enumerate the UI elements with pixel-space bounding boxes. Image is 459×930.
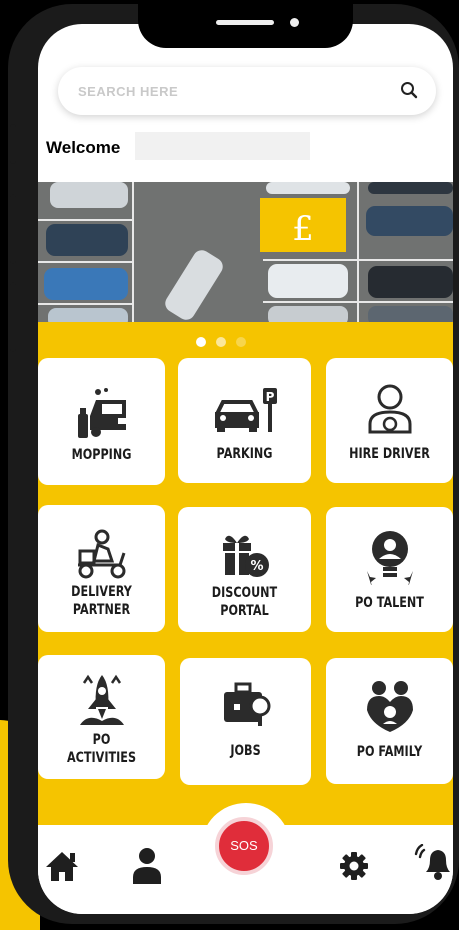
service-tile-jobs[interactable]: JOBS	[180, 658, 311, 785]
carousel-dot-3[interactable]	[236, 337, 246, 347]
phone-speaker	[216, 20, 274, 25]
phone-volume-down-button	[10, 282, 16, 352]
svg-text:%: %	[250, 559, 263, 574]
car-wash-icon	[77, 388, 128, 438]
phone-camera	[290, 18, 299, 27]
sos-label: SOS	[230, 838, 258, 853]
settings-icon[interactable]	[340, 852, 368, 880]
parking-icon: P	[214, 388, 277, 432]
service-tile-delivery-partner[interactable]: DELIVERY PARTNER	[38, 505, 165, 632]
service-tile-parking[interactable]: P PARKING	[178, 358, 311, 483]
briefcase-icon	[223, 682, 270, 726]
home-icon[interactable]	[44, 849, 80, 883]
service-tile-po-talent[interactable]: PO TALENT	[326, 507, 453, 632]
service-tile-discount-portal[interactable]: % DISCOUNT PORTAL	[178, 507, 311, 632]
notification-bell-icon[interactable]	[414, 844, 453, 882]
carousel-dot-2[interactable]	[216, 337, 226, 347]
driver-icon	[368, 384, 411, 434]
pound-sign: £	[292, 209, 314, 249]
rocket-icon	[79, 674, 124, 725]
service-label: JOBS	[230, 743, 261, 759]
service-tile-po-family[interactable]: PO FAMILY	[326, 658, 453, 784]
welcome-label: Welcome	[46, 138, 121, 157]
service-tile-mopping[interactable]: MOPPING	[38, 358, 165, 485]
service-label-line1: PO	[92, 732, 111, 748]
service-label-line2: PARTNER	[72, 602, 131, 618]
sos-button[interactable]: SOS	[215, 817, 273, 875]
service-label: PARKING	[216, 446, 273, 462]
search-placeholder[interactable]: SEARCH HERE	[78, 84, 178, 99]
service-label-line2: ACTIVITIES	[66, 750, 137, 766]
svg-text:P: P	[265, 390, 274, 404]
phone-frame: SEARCH HERE Welcome £ MOPPING P PARKING …	[8, 4, 459, 924]
service-label: PO FAMILY	[356, 744, 423, 760]
phone-volume-up-button	[10, 194, 16, 264]
search-icon[interactable]	[400, 81, 418, 99]
parking-lot-illustration: £	[38, 182, 453, 322]
service-label-line1: DELIVERY	[71, 584, 132, 600]
service-label: PO TALENT	[355, 595, 424, 611]
service-label: MOPPING	[71, 447, 132, 463]
talent-bulb-icon	[366, 531, 413, 585]
user-name-placeholder	[135, 132, 310, 160]
app-screen: SEARCH HERE Welcome £ MOPPING P PARKING …	[38, 24, 453, 914]
delivery-scooter-icon	[77, 529, 125, 579]
phone-notch	[138, 4, 353, 48]
profile-icon[interactable]	[132, 847, 162, 885]
service-label: HIRE DRIVER	[349, 446, 430, 462]
service-tile-po-activities[interactable]: PO ACTIVITIES	[38, 655, 165, 779]
search-bar[interactable]: SEARCH HERE	[58, 67, 436, 115]
discount-gift-icon: %	[222, 535, 269, 577]
carousel-dot-1-active[interactable]	[196, 337, 206, 347]
phone-side-button	[10, 124, 16, 164]
family-icon	[366, 681, 413, 732]
banner-image-parking-lot[interactable]: £	[38, 182, 453, 322]
service-label-line2: PORTAL	[220, 603, 269, 619]
service-tile-hire-driver[interactable]: HIRE DRIVER	[326, 358, 453, 483]
service-label-line1: DISCOUNT	[211, 585, 278, 601]
